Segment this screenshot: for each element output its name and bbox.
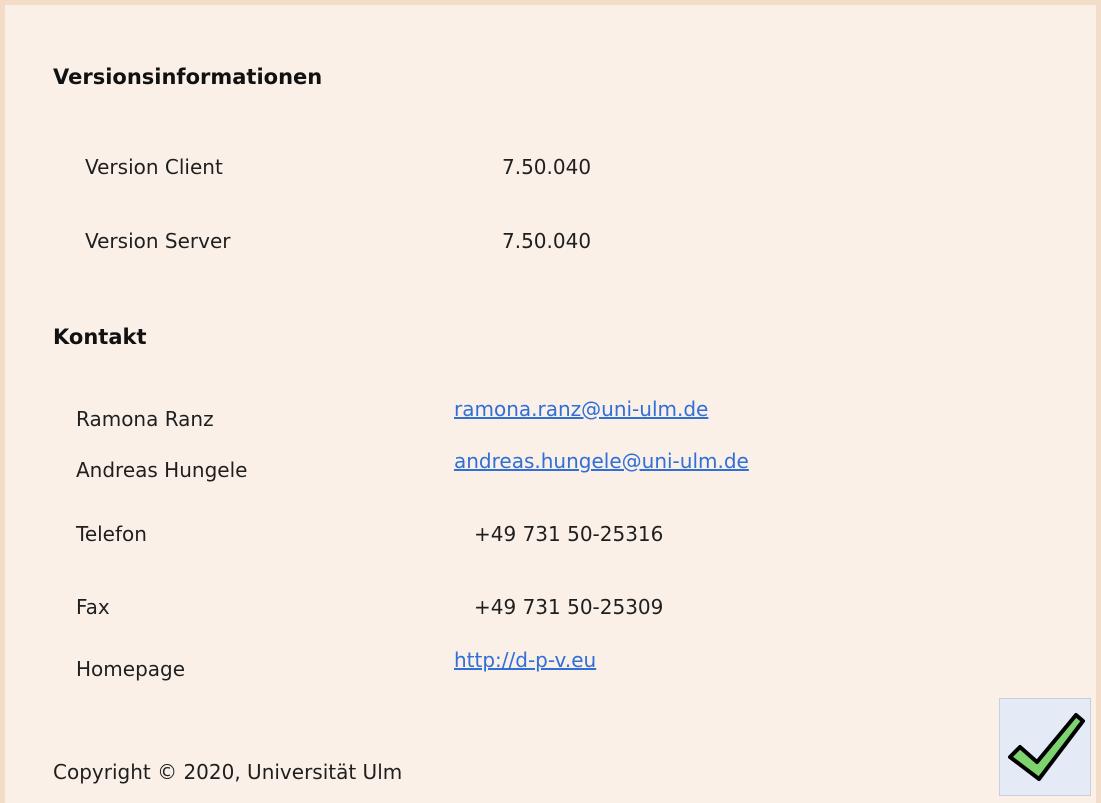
copyright-text: Copyright © 2020, Universität Ulm: [53, 760, 403, 784]
contact-heading: Kontakt: [53, 325, 147, 349]
contact-person-2-name: Andreas Hungele: [76, 458, 248, 482]
homepage-label: Homepage: [76, 657, 186, 681]
version-client-value: 7.50.040: [502, 155, 592, 179]
checkmark-icon: [1008, 713, 1085, 781]
about-dialog: Versionsinformationen Version Client 7.5…: [0, 0, 1101, 803]
version-server-value: 7.50.040: [502, 229, 592, 253]
contact-person-1-name: Ramona Ranz: [76, 407, 214, 431]
fax-label: Fax: [76, 595, 110, 619]
phone-value: +49 731 50-25316: [474, 522, 664, 546]
ok-button[interactable]: [999, 698, 1091, 796]
phone-label: Telefon: [76, 522, 147, 546]
homepage-link[interactable]: http://d-p-v.eu: [454, 648, 596, 672]
version-info-heading: Versionsinformationen: [53, 65, 323, 89]
fax-value: +49 731 50-25309: [474, 595, 664, 619]
contact-person-2-email-link[interactable]: andreas.hungele@uni-ulm.de: [454, 449, 749, 473]
contact-person-1-email-link[interactable]: ramona.ranz@uni-ulm.de: [454, 397, 708, 421]
version-server-label: Version Server: [85, 229, 231, 253]
version-client-label: Version Client: [85, 155, 223, 179]
